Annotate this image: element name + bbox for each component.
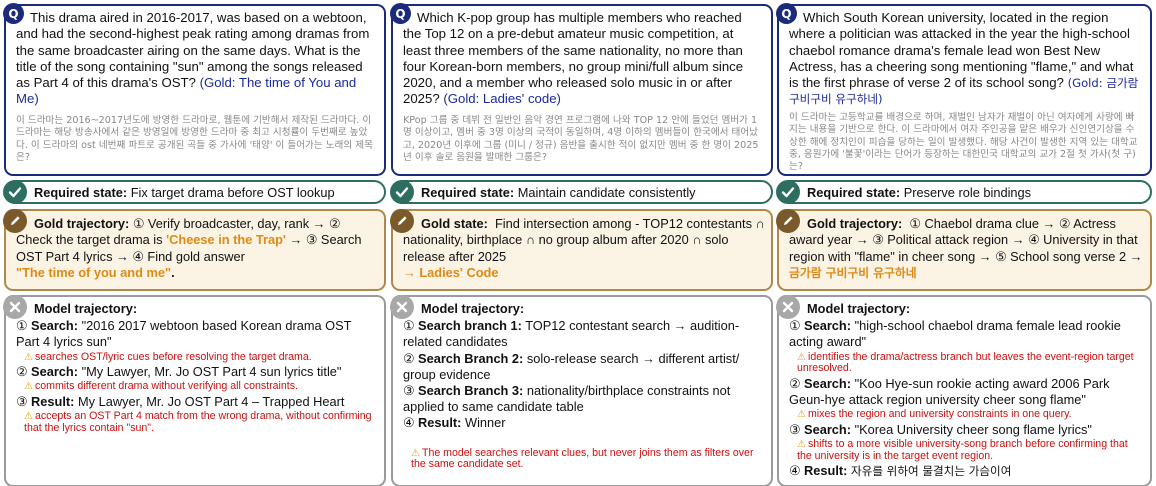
gold-target-drama: 'Cheese in the Trap' [166, 232, 286, 248]
warning-triangle-icon: ⚠ [411, 447, 420, 459]
question-badge-icon: Q [3, 3, 24, 24]
question-gold-answer: (Gold: Ladies' code) [443, 91, 561, 107]
warning-1: ⚠ The model searches relevant clues, but … [411, 446, 754, 471]
question-box: Q This drama aired in 2016-2017, was bas… [3, 3, 386, 176]
model-trajectory-label: Model trajectory: [34, 301, 138, 316]
model-step-1: ① Search branch 1: TOP12 contestant sear… [403, 318, 740, 350]
model-step-1: ① Search: "2016 2017 webtoon based Korea… [16, 318, 352, 350]
pencil-icon [776, 209, 800, 233]
model-trajectory-box: Model trajectory: ① Search branch 1: TOP… [390, 295, 773, 486]
check-circle-icon [390, 180, 414, 204]
gold-trajectory-label: Gold trajectory: [34, 216, 130, 231]
model-trajectory-box: Model trajectory: ① Search: "2016 2017 w… [3, 295, 386, 486]
gold-answer: "The time of you and me" [16, 264, 172, 280]
gold-trajectory-label: Gold trajectory: [807, 216, 903, 231]
warning-triangle-icon: ⚠ [797, 439, 806, 450]
x-circle-icon [776, 295, 800, 319]
required-state-text: Maintain candidate consistently [517, 184, 696, 200]
required-state-text: Preserve role bindings [903, 184, 1032, 200]
model-step-3: ③ Search Branch 3: nationality/birthplac… [403, 383, 731, 415]
gold-state-box: Gold state: Find intersection among - TO… [390, 209, 773, 291]
model-step-2: ② Search: "My Lawyer, Mr. Jo OST Part 4 … [16, 364, 342, 380]
warning-1: ⚠ searches OST/lyric cues before resolvin… [24, 350, 312, 363]
warning-triangle-icon: ⚠ [24, 351, 33, 363]
gold-answer: 금가람 구비구비 유구하네 [789, 265, 917, 280]
required-state-label: Required state: [421, 184, 515, 200]
warning-2: ⚠ mixes the region and university constra… [797, 408, 1072, 421]
warning-triangle-icon: ⚠ [797, 409, 806, 421]
question-korean: 이 드라마는 고등학교를 배경으로 하며, 재벌인 남자가 재벌이 아닌 여자에… [789, 111, 1138, 173]
gold-trajectory-box: Gold trajectory: ① Chaebol drama clue → … [776, 209, 1152, 291]
warning-triangle-icon: ⚠ [24, 411, 33, 423]
warning-2: ⚠ commits different drama without verifyi… [24, 380, 298, 393]
x-circle-icon [3, 295, 27, 319]
question-badge-icon: Q [390, 3, 411, 24]
question-badge-icon: Q [776, 3, 797, 24]
check-circle-icon [3, 180, 27, 204]
question-text: Which South Korean university, located i… [789, 10, 1139, 107]
model-step-1: ① Search: "high-school chaebol drama fem… [789, 318, 1121, 350]
required-state-text: Fix target drama before OST lookup [130, 184, 335, 200]
warning-3: ⚠ shifts to a more visible university-son… [797, 438, 1128, 462]
warning-3: ⚠ accepts an OST Part 4 match from the wr… [24, 410, 372, 434]
required-state-bar: Required state: Maintain candidate consi… [390, 180, 773, 204]
model-trajectory-box: Model trajectory: ① Search: "high-school… [776, 295, 1152, 486]
model-trajectory-label: Model trajectory: [807, 301, 911, 316]
question-box: Q Which South Korean university, located… [776, 3, 1152, 176]
question-box: Q Which K-pop group has multiple members… [390, 3, 773, 176]
gold-answer: Ladies' Code [419, 264, 499, 280]
model-step-2: ② Search Branch 2: solo-release search →… [403, 350, 740, 382]
model-step-3: ③ Result: My Lawyer, Mr. Jo OST Part 4 –… [16, 394, 345, 409]
check-circle-icon [776, 180, 800, 204]
pencil-icon [3, 209, 27, 233]
warning-1: ⚠ identifies the drama/actress branch but… [797, 350, 1134, 375]
question-korean: 이 드라마는 2016~2017년도에 방영한 드라마로, 웹툰에 기반해서 제… [16, 114, 373, 163]
required-state-label: Required state: [807, 184, 901, 200]
required-state-bar: Required state: Preserve role bindings [776, 180, 1152, 204]
warning-triangle-icon: ⚠ [797, 351, 806, 363]
pencil-icon [390, 209, 414, 233]
x-circle-icon [390, 295, 414, 319]
gold-trajectory-box: Gold trajectory: ① Verify broadcaster, d… [3, 209, 386, 291]
model-step-2: ② Search: "Koo Hye-sun rookie acting awa… [789, 375, 1110, 407]
model-step-4: ④ Result: 자유를 위하여 물결치는 가슴이여 [789, 463, 1012, 479]
question-text: Which K-pop group has multiple members w… [403, 10, 744, 107]
model-step-3: ③ Search: "Korea University cheer song f… [789, 421, 1092, 437]
required-state-bar: Required state: Fix target drama before … [3, 180, 386, 204]
warning-triangle-icon: ⚠ [24, 381, 33, 393]
model-trajectory-label: Model trajectory: [421, 301, 525, 316]
question-text: This drama aired in 2016-2017, was based… [16, 10, 370, 107]
question-korean: KPop 그룹 중 데뷔 전 일반인 음악 경연 프로그램에 나와 TOP 12… [403, 114, 759, 163]
gold-state-label: Gold state: [421, 216, 488, 231]
required-state-label: Required state: [34, 184, 128, 200]
model-step-4: ④ Result: Winner [403, 415, 506, 431]
